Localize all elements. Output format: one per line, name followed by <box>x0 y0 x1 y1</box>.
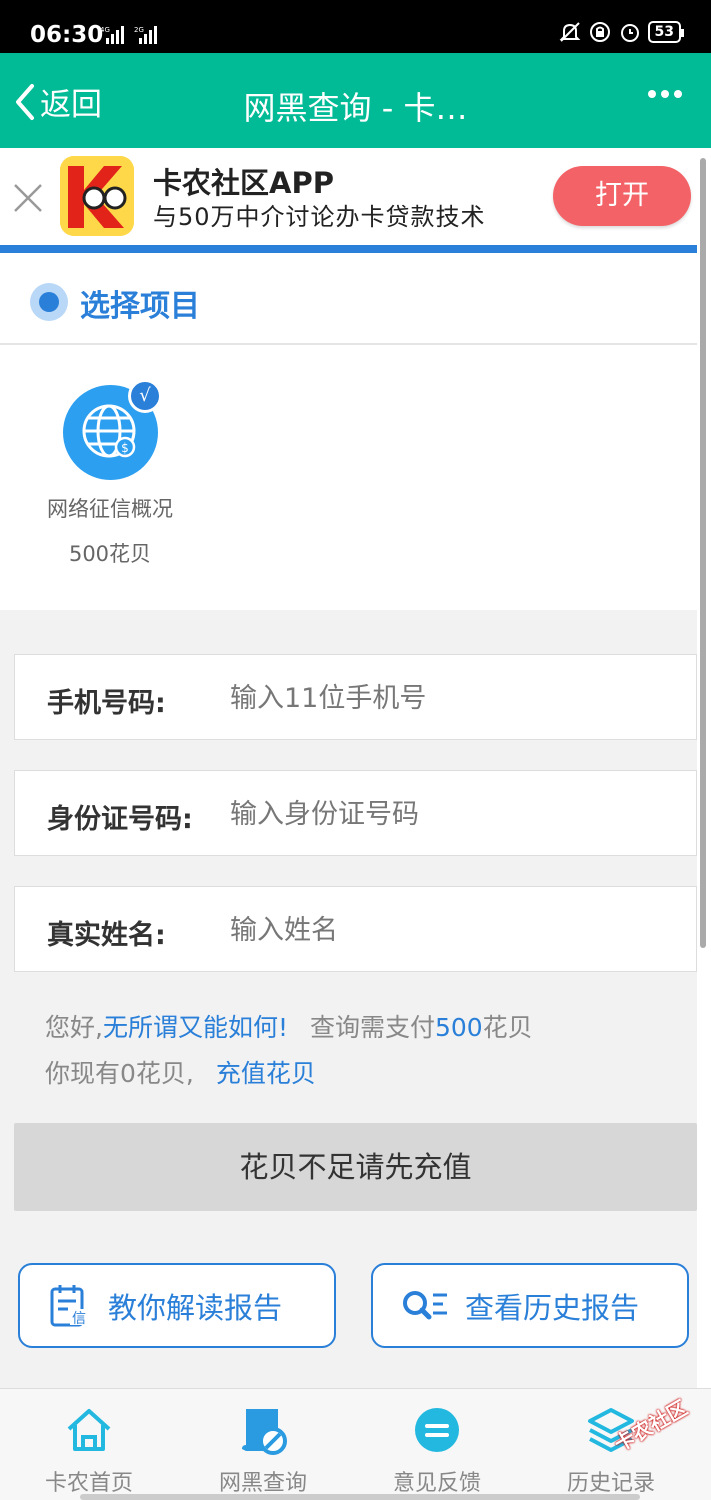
status-icons: 53 <box>558 20 685 44</box>
name-input[interactable] <box>230 907 670 953</box>
balance-text: 你现有0花贝, <box>45 1059 194 1088</box>
phone-row: 手机号码: <box>14 654 697 740</box>
payment-info: 您好,无所谓又能如何! 查询需支付500花贝 <box>45 1008 533 1044</box>
page-title: 网黑查询 - 卡… <box>243 89 468 127</box>
nav-bar: 返回 网黑查询 - 卡… <box>0 53 711 148</box>
tab-history[interactable]: 历史记录 <box>522 1389 700 1500</box>
blacklist-query-icon <box>242 1409 287 1455</box>
id-card-label: 身份证号码: <box>47 804 193 835</box>
check-icon: √ <box>128 379 162 413</box>
tab-label: 历史记录 <box>566 1471 655 1496</box>
phone-input[interactable] <box>230 675 670 721</box>
status-bar: 06:30 4G 2G 53 <box>0 0 711 53</box>
tab-label: 卡农首页 <box>44 1471 133 1496</box>
close-icon[interactable] <box>12 182 44 214</box>
section-title: 选择项目 <box>80 289 200 324</box>
divider <box>0 245 697 253</box>
section-dot-icon <box>30 283 68 321</box>
id-card-input[interactable] <box>230 791 670 837</box>
lock-rotation-icon <box>589 22 610 42</box>
tab-home[interactable]: 卡农首页 <box>0 1389 178 1500</box>
banner-subtitle: 与50万中介讨论办卡贷款技术 <box>153 203 486 231</box>
tab-label: 网黑查询 <box>218 1471 307 1496</box>
alarm-icon <box>620 24 639 42</box>
items-area: $ √ 网络征信概况 500花贝 <box>0 345 697 610</box>
report-guide-icon: 信 <box>50 1284 88 1327</box>
recharge-link[interactable]: 充值花贝 <box>216 1059 316 1088</box>
guide-button[interactable]: 信 教你解读报告 <box>18 1263 336 1348</box>
section-header: 选择项目 <box>0 253 697 345</box>
phone-label: 手机号码: <box>47 688 166 719</box>
name-row: 真实姓名: <box>14 886 697 972</box>
svg-text:4G: 4G <box>100 26 110 34</box>
home-icon <box>67 1409 111 1451</box>
tab-label: 意见反馈 <box>392 1471 481 1496</box>
banner-title: 卡农社区APP <box>153 166 334 200</box>
more-icon[interactable] <box>647 89 683 99</box>
svg-text:信: 信 <box>72 1311 86 1327</box>
open-app-button[interactable]: 打开 <box>553 166 691 226</box>
status-time: 06:30 <box>30 22 104 48</box>
id-card-row: 身份证号码: <box>14 770 697 856</box>
name-label: 真实姓名: <box>47 920 166 951</box>
home-indicator <box>80 1494 640 1500</box>
scroll-thumb[interactable] <box>700 158 706 948</box>
tab-bar: 卡农首页 网黑查询 意见反馈 历史记录 <box>0 1388 711 1500</box>
feedback-icon <box>415 1408 459 1452</box>
greeting-prefix: 您好, <box>45 1013 103 1042</box>
scrollbar[interactable] <box>697 148 711 1388</box>
layers-icon <box>588 1408 634 1452</box>
item-name: 网络征信概况 <box>47 497 173 521</box>
app-banner: 卡农社区APP 与50万中介讨论办卡贷款技术 打开 <box>0 148 697 245</box>
username: 无所谓又能如何! <box>102 1013 288 1042</box>
item-network-credit[interactable]: $ √ 网络征信概况 500花贝 <box>30 375 190 575</box>
pay-unit: 花贝 <box>482 1013 533 1042</box>
mute-bell-icon <box>559 22 580 42</box>
signal-icon: 4G 2G <box>100 26 157 44</box>
history-report-label: 查看历史报告 <box>465 1290 640 1325</box>
submit-button[interactable]: 花贝不足请先充值 <box>14 1123 697 1211</box>
history-report-button[interactable]: 查看历史报告 <box>371 1263 689 1348</box>
svg-text:$: $ <box>121 441 129 455</box>
pay-prefix: 查询需支付 <box>309 1013 435 1042</box>
tab-blacklist-query[interactable]: 网黑查询 <box>174 1389 352 1500</box>
battery-indicator: 53 <box>647 21 685 43</box>
balance-info: 你现有0花贝, 充值花贝 <box>45 1054 316 1090</box>
svg-text:2G: 2G <box>134 26 144 34</box>
app-logo <box>60 156 134 236</box>
pay-amount: 500 <box>434 1013 483 1042</box>
search-list-icon <box>403 1290 447 1319</box>
guide-label: 教你解读报告 <box>108 1290 283 1325</box>
item-price: 500花贝 <box>68 542 152 566</box>
tab-feedback[interactable]: 意见反馈 <box>348 1389 526 1500</box>
